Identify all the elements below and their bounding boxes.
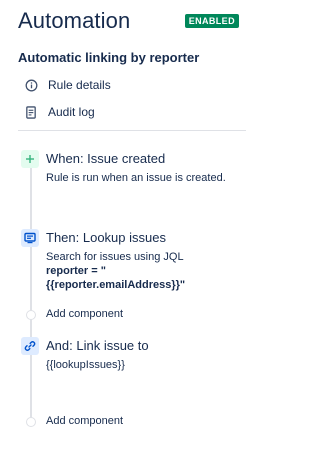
link-icon xyxy=(24,341,36,351)
rule-details-link[interactable]: Rule details xyxy=(24,76,111,94)
audit-log-label: Audit log xyxy=(48,105,95,119)
audit-log-link[interactable]: Audit log xyxy=(24,103,95,121)
timeline-line xyxy=(30,160,32,426)
plus-icon xyxy=(26,155,34,163)
page-title: Automation xyxy=(18,8,131,33)
info-icon xyxy=(24,78,38,92)
link-step-description: {{lookupIssues}} xyxy=(46,359,125,371)
trigger-step-icon[interactable] xyxy=(21,150,39,168)
status-badge: ENABLED xyxy=(184,14,239,28)
add-component-button[interactable]: Add component xyxy=(46,415,123,427)
trigger-step-description: Rule is run when an issue is created. xyxy=(46,172,226,184)
lookup-step-description: Search for issues using JQL xyxy=(46,251,184,263)
lookup-icon xyxy=(24,232,36,244)
rule-name: Automatic linking by reporter xyxy=(18,50,200,65)
divider xyxy=(18,130,246,131)
add-component-button[interactable]: Add component xyxy=(46,308,123,320)
lookup-step-icon[interactable] xyxy=(21,229,39,247)
add-component-dot[interactable] xyxy=(26,417,36,427)
link-step-icon[interactable] xyxy=(21,337,39,355)
trigger-step-title[interactable]: When: Issue created xyxy=(46,151,165,166)
page-header: Automation ENABLED xyxy=(18,8,248,38)
rule-details-label: Rule details xyxy=(48,78,111,92)
document-icon xyxy=(24,105,38,119)
jql-query-line2: {{reporter.emailAddress}}" xyxy=(46,279,186,291)
link-step-title[interactable]: And: Link issue to xyxy=(46,338,149,353)
add-component-dot[interactable] xyxy=(26,310,36,320)
jql-query-line1: reporter = " xyxy=(46,265,106,277)
lookup-step-title[interactable]: Then: Lookup issues xyxy=(46,230,166,245)
